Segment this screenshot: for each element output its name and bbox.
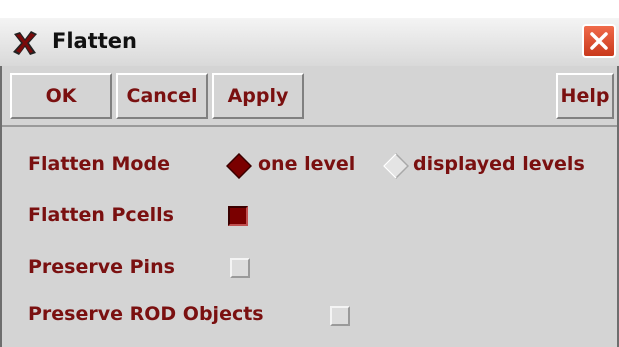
radio-displayed-levels[interactable] <box>382 152 410 180</box>
radio-one-level-label[interactable]: one level <box>258 153 355 175</box>
cancel-button[interactable]: Cancel <box>116 73 208 119</box>
apply-button[interactable]: Apply <box>212 73 304 119</box>
window-title: Flatten <box>52 29 137 53</box>
close-icon <box>590 32 608 50</box>
flatten-dialog: Flatten OK Cancel Apply Help Flatten Mod… <box>0 0 619 347</box>
flatten-pcells-checkbox[interactable] <box>228 206 248 226</box>
title-bar[interactable]: Flatten <box>0 18 619 68</box>
x-tool-icon <box>10 28 40 58</box>
preserve-rod-objects-label: Preserve ROD Objects <box>28 303 264 325</box>
button-bar: OK Cancel Apply Help <box>0 66 619 127</box>
flatten-pcells-label: Flatten Pcells <box>28 204 174 226</box>
radio-unselected-icon <box>382 152 410 180</box>
radio-displayed-levels-label[interactable]: displayed levels <box>413 153 585 175</box>
window-border-left <box>0 66 2 347</box>
options-panel: Flatten Mode one level displayed levels … <box>0 127 619 347</box>
radio-one-level[interactable] <box>225 152 253 180</box>
radio-selected-icon <box>225 152 253 180</box>
close-button[interactable] <box>582 24 616 58</box>
ok-button[interactable]: OK <box>10 73 112 119</box>
flatten-mode-label: Flatten Mode <box>28 153 170 175</box>
preserve-pins-label: Preserve Pins <box>28 256 175 278</box>
help-button[interactable]: Help <box>556 73 614 119</box>
preserve-rod-objects-checkbox[interactable] <box>330 306 350 326</box>
preserve-pins-checkbox[interactable] <box>230 258 250 278</box>
